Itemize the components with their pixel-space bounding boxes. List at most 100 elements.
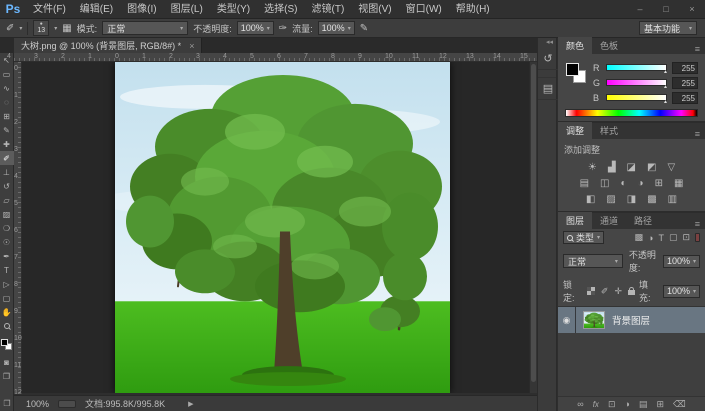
channel-slider-B[interactable]: ▲ xyxy=(606,94,667,101)
menu-item-图像(I)[interactable]: 图像(I) xyxy=(120,0,163,19)
flow-input[interactable]: 100% ▾ xyxy=(318,21,355,35)
layers-tab-图层[interactable]: 图层 xyxy=(558,212,592,229)
foreground-color-swatch[interactable] xyxy=(566,63,579,76)
history-panel-icon[interactable]: ↺ xyxy=(538,48,558,70)
filter-pixel-layers-icon[interactable]: ▩ xyxy=(634,232,643,243)
link-layers-icon[interactable]: ∞ xyxy=(577,399,583,409)
slider-handle-icon[interactable]: ▲ xyxy=(663,69,668,75)
menu-item-图层(L)[interactable]: 图层(L) xyxy=(164,0,210,19)
expand-panels-icon[interactable]: ◂◂ xyxy=(538,38,556,48)
scrollbar-thumb[interactable] xyxy=(531,64,536,382)
screen-mode-corner-icon[interactable]: ❐ xyxy=(0,395,14,411)
channel-value-B[interactable]: 255 xyxy=(672,92,698,104)
maximize-window-button[interactable]: □ xyxy=(653,0,679,19)
brush-preset-picker[interactable]: ● 13 xyxy=(33,20,49,36)
gradient-map-icon[interactable]: ▥ xyxy=(668,194,677,205)
airbrush-icon[interactable]: ✎ xyxy=(360,23,368,34)
filter-adjustment-layers-icon[interactable]: ◑ xyxy=(648,233,653,243)
menu-item-窗口(W)[interactable]: 窗口(W) xyxy=(399,0,449,19)
color-swatches[interactable] xyxy=(0,333,14,355)
channel-slider-G[interactable]: ▲ xyxy=(606,79,667,86)
type-tool[interactable]: T xyxy=(0,263,14,277)
color-panel-swatches[interactable] xyxy=(566,63,586,83)
close-window-button[interactable]: × xyxy=(679,0,705,19)
brush-preset-caret-icon[interactable]: ▾ xyxy=(54,25,57,32)
invert-icon[interactable]: ◧ xyxy=(586,194,595,205)
layer-style-icon[interactable]: fx xyxy=(593,400,599,409)
selective-color-icon[interactable]: ▩ xyxy=(647,194,656,205)
color-spectrum-ramp[interactable] xyxy=(565,109,698,117)
brush-tool[interactable]: ✐ xyxy=(0,151,14,165)
history-brush-tool[interactable]: ↺ xyxy=(0,179,14,193)
exposure-icon[interactable]: ◩ xyxy=(647,162,656,173)
blur-tool[interactable]: ❍ xyxy=(0,221,14,235)
layer-opacity-input[interactable]: 100% ▾ xyxy=(663,255,700,268)
workspace-select[interactable]: 基本功能 ▾ xyxy=(639,21,697,35)
layer-filter-select[interactable]: 类型 ▾ xyxy=(563,231,604,244)
quick-selection-tool[interactable]: ◌ xyxy=(0,95,14,109)
canvas-image[interactable] xyxy=(115,62,450,393)
lock-position-icon[interactable]: ✛ xyxy=(614,286,622,297)
vibrance-icon[interactable]: ▽ xyxy=(667,162,675,173)
opacity-input[interactable]: 100% ▾ xyxy=(237,21,274,35)
layer-visibility-eye-icon[interactable]: ◉ xyxy=(558,307,576,333)
slider-handle-icon[interactable]: ▲ xyxy=(663,84,668,90)
menu-item-编辑(E)[interactable]: 编辑(E) xyxy=(73,0,120,19)
document-tab[interactable]: 大树.png @ 100% (背景图层, RGB/8#) * × xyxy=(14,38,202,53)
lock-all-icon[interactable] xyxy=(628,290,635,295)
filter-type-layers-icon[interactable]: T xyxy=(658,233,664,243)
brush-tool-icon[interactable]: ✐ xyxy=(6,23,14,34)
eraser-tool[interactable]: ▱ xyxy=(0,193,14,207)
lasso-tool[interactable]: ∿ xyxy=(0,81,14,95)
hand-tool[interactable]: ✋ xyxy=(0,305,14,319)
filter-smart-objects-icon[interactable]: ⊡ xyxy=(682,232,690,243)
close-tab-icon[interactable]: × xyxy=(189,41,194,51)
delete-layer-icon[interactable]: ⌫ xyxy=(673,399,686,410)
color-tab-色板[interactable]: 色板 xyxy=(592,37,626,54)
crop-tool[interactable]: ⊞ xyxy=(0,109,14,123)
shape-tool[interactable]: ▢ xyxy=(0,291,14,305)
layers-tab-通道[interactable]: 通道 xyxy=(592,212,626,229)
foreground-color-box[interactable] xyxy=(1,339,8,346)
canvas-pasteboard[interactable] xyxy=(22,62,529,393)
layer-blend-mode-select[interactable]: 正常 ▾ xyxy=(563,254,623,268)
layer-fill-input[interactable]: 100% ▾ xyxy=(663,285,700,298)
dodge-tool[interactable]: ☉ xyxy=(0,235,14,249)
menu-item-类型(Y)[interactable]: 类型(Y) xyxy=(210,0,257,19)
horizontal-scrollbar[interactable] xyxy=(58,400,76,408)
color-menu-icon[interactable]: ≡ xyxy=(690,44,705,54)
layers-tab-路径[interactable]: 路径 xyxy=(626,212,660,229)
clone-stamp-tool[interactable]: ⊥ xyxy=(0,165,14,179)
color-balance-icon[interactable]: ◫ xyxy=(600,178,609,189)
adjustments-tab-样式[interactable]: 样式 xyxy=(592,122,626,139)
zoom-tool[interactable] xyxy=(0,319,14,333)
color-tab-颜色[interactable]: 颜色 xyxy=(558,37,592,54)
threshold-icon[interactable]: ◨ xyxy=(627,194,636,205)
gradient-tool[interactable]: ▨ xyxy=(0,207,14,221)
lock-transparent-pixels-icon[interactable] xyxy=(587,287,595,295)
menu-item-选择(S)[interactable]: 选择(S) xyxy=(257,0,304,19)
minimize-window-button[interactable]: – xyxy=(627,0,653,19)
adjustments-tab-调整[interactable]: 调整 xyxy=(558,122,592,139)
channel-mixer-icon[interactable]: ⊞ xyxy=(655,178,663,189)
layers-menu-icon[interactable]: ≡ xyxy=(690,219,705,229)
path-selection-tool[interactable]: ▷ xyxy=(0,277,14,291)
menu-item-滤镜(T)[interactable]: 滤镜(T) xyxy=(305,0,352,19)
properties-panel-icon[interactable]: ▤ xyxy=(538,78,558,100)
eyedropper-tool[interactable]: ✎ xyxy=(0,123,14,137)
posterize-icon[interactable]: ▨ xyxy=(606,194,615,205)
brightness-contrast-icon[interactable]: ☀ xyxy=(588,162,597,173)
layer-mask-icon[interactable]: ⊡ xyxy=(608,399,616,410)
lock-image-pixels-icon[interactable]: ✐ xyxy=(601,286,609,297)
status-options-arrow-icon[interactable]: ▶ xyxy=(188,400,193,408)
blend-mode-select[interactable]: 正常 ▾ xyxy=(102,21,188,35)
healing-brush-tool[interactable]: ✚ xyxy=(0,137,14,151)
hue-saturation-icon[interactable]: ▤ xyxy=(580,178,589,189)
adjustments-menu-icon[interactable]: ≡ xyxy=(690,129,705,139)
vertical-scrollbar[interactable] xyxy=(529,62,537,393)
tablet-pressure-opacity-icon[interactable]: ✑ xyxy=(279,23,287,34)
menu-item-文件(F)[interactable]: 文件(F) xyxy=(26,0,73,19)
adjustment-layer-icon[interactable]: ◑ xyxy=(624,399,629,409)
new-group-icon[interactable]: ▤ xyxy=(639,399,648,410)
slider-handle-icon[interactable]: ▲ xyxy=(663,99,668,105)
